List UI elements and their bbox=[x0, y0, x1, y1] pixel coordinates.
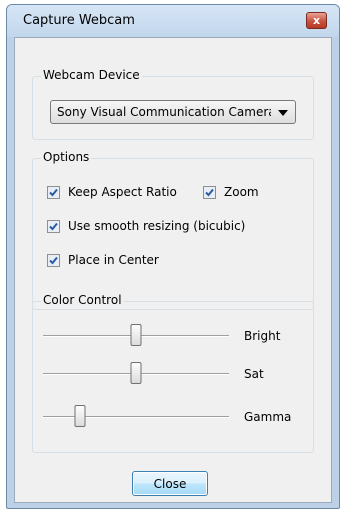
keep-aspect-ratio-label: Keep Aspect Ratio bbox=[68, 185, 177, 199]
color-control-group: Color Control Bright Sat Gamma bbox=[32, 293, 314, 453]
webcam-device-legend: Webcam Device bbox=[41, 68, 142, 82]
slider-thumb[interactable] bbox=[130, 362, 142, 384]
close-button-label: Close bbox=[153, 476, 187, 491]
sat-slider[interactable] bbox=[43, 362, 229, 386]
webcam-device-selected: Sony Visual Communication Camera bbox=[57, 105, 271, 119]
place-in-center-label: Place in Center bbox=[68, 253, 159, 267]
capture-webcam-window: Capture Webcam x Webcam Device Sony Visu… bbox=[6, 4, 340, 509]
keep-aspect-ratio-checkbox[interactable]: Keep Aspect Ratio bbox=[47, 185, 177, 199]
bright-label: Bright bbox=[244, 329, 281, 343]
sat-label: Sat bbox=[244, 367, 264, 381]
dialog-client-area: Webcam Device Sony Visual Communication … bbox=[14, 37, 332, 503]
gamma-slider[interactable] bbox=[43, 405, 229, 429]
smooth-resizing-label: Use smooth resizing (bicubic) bbox=[68, 219, 246, 233]
title-bar[interactable]: Capture Webcam x bbox=[7, 5, 339, 37]
options-legend: Options bbox=[41, 150, 92, 164]
gamma-label: Gamma bbox=[244, 410, 292, 424]
webcam-device-dropdown[interactable]: Sony Visual Communication Camera bbox=[50, 100, 296, 124]
close-icon: x bbox=[312, 14, 321, 27]
slider-thumb[interactable] bbox=[74, 405, 86, 427]
place-in-center-checkbox[interactable]: Place in Center bbox=[47, 253, 159, 267]
slider-track bbox=[43, 416, 229, 418]
zoom-checkbox[interactable]: Zoom bbox=[203, 185, 259, 199]
dropdown-arrow-icon bbox=[278, 110, 288, 116]
checkmark-icon bbox=[49, 256, 58, 264]
bright-slider[interactable] bbox=[43, 324, 229, 348]
slider-thumb[interactable] bbox=[130, 324, 142, 346]
window-title: Capture Webcam bbox=[23, 13, 135, 28]
checkmark-icon bbox=[49, 188, 58, 196]
checkmark-icon bbox=[49, 222, 58, 230]
window-close-button[interactable]: x bbox=[306, 12, 327, 29]
smooth-resizing-checkbox[interactable]: Use smooth resizing (bicubic) bbox=[47, 219, 245, 233]
checkmark-icon bbox=[205, 188, 214, 196]
zoom-label: Zoom bbox=[224, 185, 259, 199]
webcam-device-group: Webcam Device Sony Visual Communication … bbox=[32, 68, 314, 140]
close-button[interactable]: Close bbox=[132, 471, 208, 496]
color-control-legend: Color Control bbox=[41, 293, 124, 307]
options-group: Options Keep Aspect Ratio Zoom Use smoot… bbox=[32, 150, 314, 310]
